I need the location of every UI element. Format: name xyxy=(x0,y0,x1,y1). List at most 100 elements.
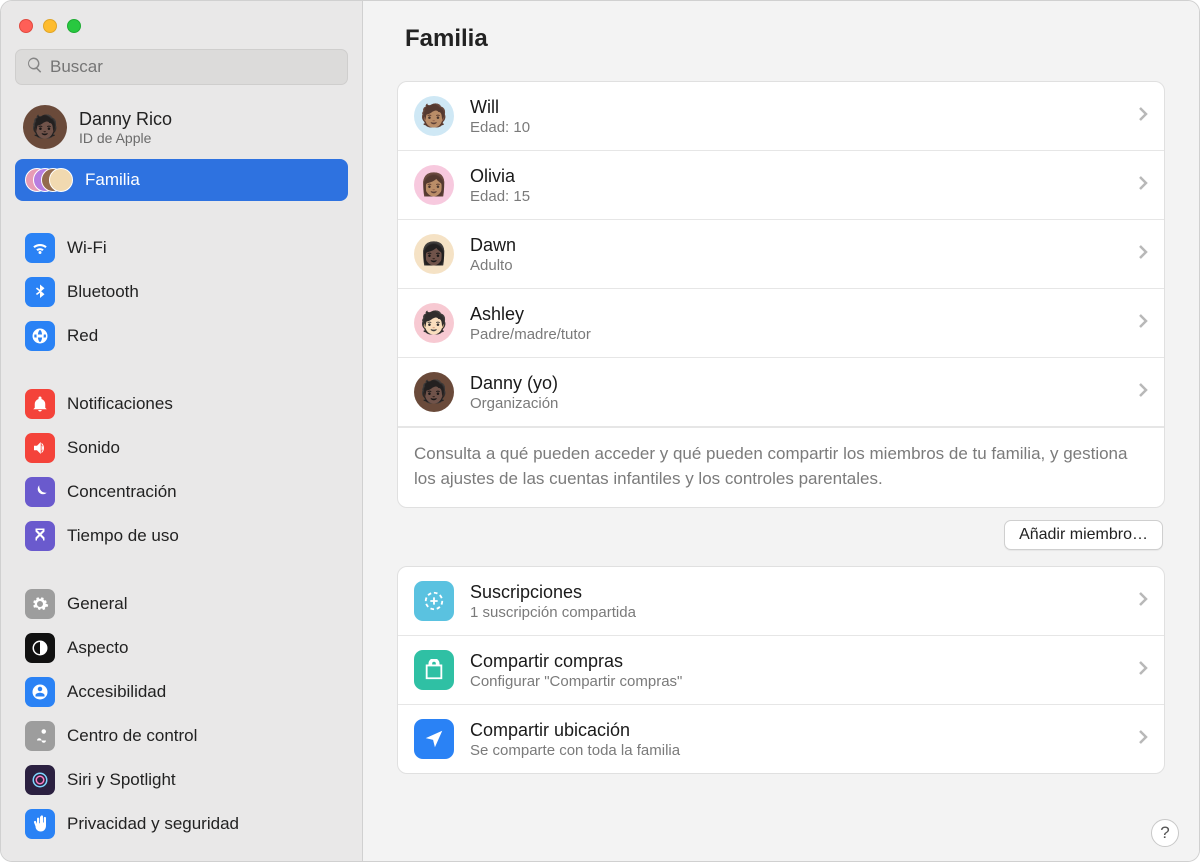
chevron-right-icon xyxy=(1138,313,1148,334)
family-avatars-icon xyxy=(25,165,73,195)
bluetooth-icon xyxy=(25,277,55,307)
sidebar-item-wifi[interactable]: Wi-Fi xyxy=(15,227,348,269)
feature-title: Suscripciones xyxy=(470,582,1122,603)
sidebar-nav: Wi-Fi Bluetooth Red Notificaciones Sonido Con… xyxy=(15,201,348,861)
member-name: Will xyxy=(470,97,1122,118)
sidebar-item-notifications[interactable]: Notificaciones xyxy=(15,383,348,425)
sidebar-item-label: Centro de control xyxy=(67,726,197,746)
member-avatar: 🧑🏻 xyxy=(414,303,454,343)
moon-icon xyxy=(25,477,55,507)
sidebar-item-label: Notificaciones xyxy=(67,394,173,414)
sidebar-item-label: Wi-Fi xyxy=(67,238,107,258)
feature-sub: Se comparte con toda la familia xyxy=(470,742,1122,759)
member-sub: Padre/madre/tutor xyxy=(470,326,1122,343)
sidebar-item-bluetooth[interactable]: Bluetooth xyxy=(15,271,348,313)
member-text: WillEdad: 10 xyxy=(470,97,1122,136)
family-member-row[interactable]: 🧑🏽 WillEdad: 10 xyxy=(398,82,1164,151)
feature-title: Compartir ubicación xyxy=(470,720,1122,741)
members-footer-text: Consulta a qué pueden acceder y qué pued… xyxy=(398,427,1164,507)
member-avatar: 🧑🏽 xyxy=(414,96,454,136)
member-name: Ashley xyxy=(470,304,1122,325)
sidebar-item-general[interactable]: General xyxy=(15,583,348,625)
member-avatar: 👩🏽 xyxy=(414,165,454,205)
sidebar-item-label: Privacidad y seguridad xyxy=(67,814,239,834)
sidebar-item-siri[interactable]: Siri y Spotlight xyxy=(15,759,348,801)
sidebar-item-label: Sonido xyxy=(67,438,120,458)
hand-icon xyxy=(25,809,55,839)
contrast-icon xyxy=(25,633,55,663)
account-avatar: 🧑🏿 xyxy=(23,105,67,149)
speaker-icon xyxy=(25,433,55,463)
sidebar-item-network[interactable]: Red xyxy=(15,315,348,357)
main-content: Familia 🧑🏽WillEdad: 10👩🏽OliviaEdad: 15👩🏿… xyxy=(363,1,1199,861)
sidebar-item-family[interactable]: Familia xyxy=(15,159,348,201)
feature-row-purchases[interactable]: Compartir comprasConfigurar "Compartir c… xyxy=(398,636,1164,705)
search-field[interactable] xyxy=(15,49,348,85)
family-members-panel: 🧑🏽 WillEdad: 10 👩🏽 OliviaEdad: 15 👩🏿 DawnAdul… xyxy=(397,81,1165,508)
family-features-panel: Suscripciones1 suscripción compartida Com… xyxy=(397,566,1165,774)
chevron-right-icon xyxy=(1138,244,1148,265)
search-input[interactable] xyxy=(50,57,337,77)
chevron-right-icon xyxy=(1138,591,1148,612)
sidebar-item-label: Tiempo de uso xyxy=(67,526,179,546)
feature-sub: Configurar "Compartir compras" xyxy=(470,673,1122,690)
location-icon xyxy=(414,719,454,759)
family-member-row[interactable]: 🧑🏿Danny (yo)Organización xyxy=(398,358,1164,427)
member-sub: Adulto xyxy=(470,257,1122,274)
sidebar-item-accessibility[interactable]: Accesibilidad xyxy=(15,671,348,713)
member-avatar: 👩🏿 xyxy=(414,234,454,274)
feature-row-location[interactable]: Compartir ubicaciónSe comparte con toda … xyxy=(398,705,1164,773)
settings-window: 🧑🏿 Danny Rico ID de Apple Familia Wi-Fi B… xyxy=(0,0,1200,862)
window-controls xyxy=(15,15,348,49)
siri-icon xyxy=(25,765,55,795)
member-text: AshleyPadre/madre/tutor xyxy=(470,304,1122,343)
zoom-window-button[interactable] xyxy=(67,19,81,33)
member-text: OliviaEdad: 15 xyxy=(470,166,1122,205)
sidebar-item-focus[interactable]: Concentración xyxy=(15,471,348,513)
sidebar-item-appearance[interactable]: Aspecto xyxy=(15,627,348,669)
globe-icon xyxy=(25,321,55,351)
account-name: Danny Rico xyxy=(79,109,172,130)
chevron-right-icon xyxy=(1138,660,1148,681)
hourglass-icon xyxy=(25,521,55,551)
feature-sub: 1 suscripción compartida xyxy=(470,604,1122,621)
sidebar-item-label: Familia xyxy=(85,170,140,190)
member-name: Olivia xyxy=(470,166,1122,187)
add-member-button[interactable]: Añadir miembro… xyxy=(1004,520,1163,550)
sidebar-item-label: Siri y Spotlight xyxy=(67,770,176,790)
wifi-icon xyxy=(25,233,55,263)
family-member-row[interactable]: 👩🏽 OliviaEdad: 15 xyxy=(398,151,1164,220)
sidebar-item-label: Concentración xyxy=(67,482,177,502)
account-subtitle: ID de Apple xyxy=(79,130,172,146)
sidebar-item-sound[interactable]: Sonido xyxy=(15,427,348,469)
member-name: Dawn xyxy=(470,235,1122,256)
family-member-row[interactable]: 🧑🏻 AshleyPadre/madre/tutor xyxy=(398,289,1164,358)
member-sub: Organización xyxy=(470,395,1122,412)
sidebar-item-screentime[interactable]: Tiempo de uso xyxy=(15,515,348,557)
chevron-right-icon xyxy=(1138,106,1148,127)
sidebar-item-label: General xyxy=(67,594,127,614)
sidebar-item-privacy[interactable]: Privacidad y seguridad xyxy=(15,803,348,845)
feature-row-subs[interactable]: Suscripciones1 suscripción compartida xyxy=(398,567,1164,636)
switches-icon xyxy=(25,721,55,751)
person-icon xyxy=(25,677,55,707)
member-sub: Edad: 15 xyxy=(470,188,1122,205)
subscribe-icon xyxy=(414,581,454,621)
minimize-window-button[interactable] xyxy=(43,19,57,33)
family-member-row[interactable]: 👩🏿 DawnAdulto xyxy=(398,220,1164,289)
feature-text: Compartir comprasConfigurar "Compartir c… xyxy=(470,651,1122,690)
sidebar: 🧑🏿 Danny Rico ID de Apple Familia Wi-Fi B… xyxy=(1,1,363,861)
bell-icon xyxy=(25,389,55,419)
member-sub: Edad: 10 xyxy=(470,119,1122,136)
search-icon xyxy=(26,56,50,79)
bag-icon xyxy=(414,650,454,690)
help-button[interactable]: ? xyxy=(1151,819,1179,847)
add-member-bar: Añadir miembro… xyxy=(397,520,1163,550)
sidebar-item-controlcenter[interactable]: Centro de control xyxy=(15,715,348,757)
member-name: Danny (yo) xyxy=(470,373,1122,394)
sidebar-item-label: Red xyxy=(67,326,98,346)
close-window-button[interactable] xyxy=(19,19,33,33)
sidebar-item-apple-id[interactable]: 🧑🏿 Danny Rico ID de Apple xyxy=(15,99,348,155)
feature-text: Compartir ubicaciónSe comparte con toda … xyxy=(470,720,1122,759)
feature-text: Suscripciones1 suscripción compartida xyxy=(470,582,1122,621)
